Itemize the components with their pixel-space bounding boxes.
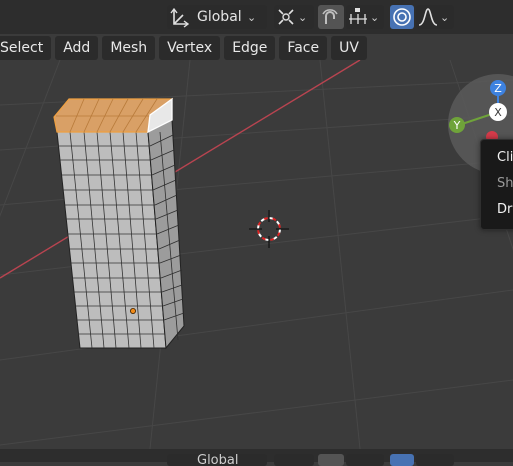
tooltip-line-2: Sh: [497, 176, 513, 191]
menu-mesh[interactable]: Mesh: [102, 36, 156, 60]
pivot-point-icon: [278, 9, 294, 25]
bottom-pivot-dropdown[interactable]: [274, 454, 314, 466]
chevron-down-icon: ⌄: [440, 10, 450, 24]
proportional-editing-toggle[interactable]: [390, 5, 414, 29]
menu-face[interactable]: Face: [279, 36, 328, 60]
transform-orientation-icon: [170, 7, 190, 28]
chevron-down-icon: ⌄: [370, 10, 380, 24]
snap-increment-icon: [349, 8, 367, 24]
x-axis-line: [0, 59, 361, 279]
bottom-falloff-dropdown[interactable]: [416, 454, 454, 466]
gizmo-z-label: Z: [494, 82, 502, 95]
mesh-object[interactable]: [53, 97, 185, 350]
bottom-orientation-label: Global: [197, 454, 239, 466]
proportional-falloff-dropdown[interactable]: ⌄: [416, 5, 454, 29]
snap-magnet-icon: [322, 9, 338, 24]
bottom-viewport-header: Global: [0, 449, 513, 466]
menu-add[interactable]: Add: [55, 36, 99, 60]
proportional-editing-icon: [393, 8, 411, 26]
object-origin: [129, 307, 136, 314]
tooltip-line-1: Clic: [497, 150, 513, 165]
chevron-down-icon: ⌄: [247, 10, 257, 24]
falloff-curve-icon: [418, 8, 438, 26]
bottom-snap-toggle[interactable]: [318, 454, 344, 466]
chevron-down-icon: ⌄: [298, 10, 308, 24]
tooltip-line-3: Dra: [497, 202, 513, 217]
menu-uv[interactable]: UV: [331, 36, 367, 60]
bottom-snap-target[interactable]: [346, 454, 384, 466]
gizmo-tooltip: Clic Sh Dra: [480, 139, 513, 230]
edit-mode-menu-bar: Select Add Mesh Vertex Edge Face UV: [0, 36, 367, 60]
bottom-transform-orientation-dropdown[interactable]: Global: [167, 454, 267, 466]
menu-select[interactable]: Select: [0, 36, 52, 60]
pivot-point-dropdown[interactable]: ⌄: [274, 5, 314, 29]
menu-edge[interactable]: Edge: [224, 36, 276, 60]
menu-vertex[interactable]: Vertex: [159, 36, 221, 60]
gizmo-y-label: Y: [453, 119, 461, 132]
bottom-proportional-toggle[interactable]: [390, 454, 414, 466]
3d-viewport[interactable]: Z Y X: [0, 0, 513, 462]
snap-toggle[interactable]: [318, 5, 344, 29]
transform-orientation-label: Global: [197, 9, 242, 25]
snap-target-dropdown[interactable]: ⌄: [346, 5, 384, 29]
transform-orientation-dropdown[interactable]: Global ⌄: [167, 5, 267, 29]
gizmo-x-label: X: [494, 106, 502, 119]
